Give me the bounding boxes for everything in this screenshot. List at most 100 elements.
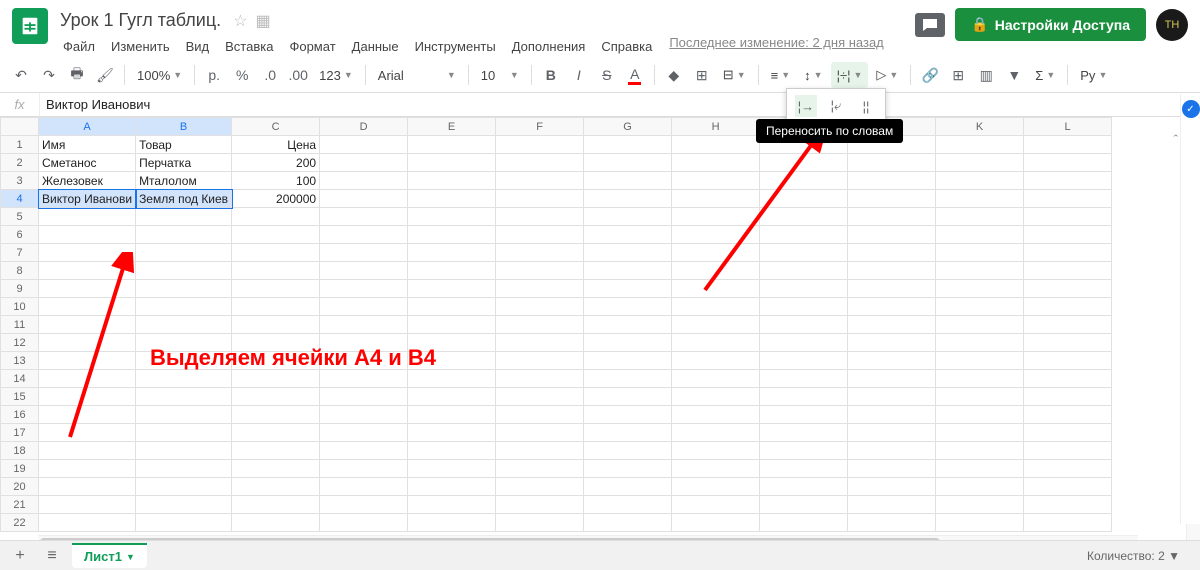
add-sheet-button[interactable]: + xyxy=(8,547,32,565)
cell[interactable] xyxy=(320,190,408,208)
cell[interactable] xyxy=(136,406,232,424)
row-header[interactable]: 6 xyxy=(1,226,39,244)
row-header[interactable]: 10 xyxy=(1,298,39,316)
formula-input[interactable]: Виктор Иванович xyxy=(40,97,150,112)
cell[interactable] xyxy=(672,190,760,208)
cell[interactable] xyxy=(39,514,136,532)
row-header[interactable]: 14 xyxy=(1,370,39,388)
cell[interactable] xyxy=(672,388,760,406)
cell[interactable] xyxy=(408,496,496,514)
menu-view[interactable]: Вид xyxy=(179,35,217,58)
cell[interactable] xyxy=(232,226,320,244)
cell[interactable] xyxy=(320,154,408,172)
wrap-overflow-icon[interactable]: ¦→ xyxy=(795,95,817,117)
row-header[interactable]: 21 xyxy=(1,496,39,514)
cell[interactable] xyxy=(39,226,136,244)
cell[interactable] xyxy=(496,352,584,370)
cell[interactable] xyxy=(232,478,320,496)
cell[interactable] xyxy=(39,442,136,460)
cell[interactable] xyxy=(936,298,1024,316)
comments-icon[interactable] xyxy=(915,13,945,37)
redo-icon[interactable]: ↷ xyxy=(36,62,62,88)
cell[interactable] xyxy=(1024,388,1112,406)
cell[interactable] xyxy=(672,442,760,460)
cell[interactable] xyxy=(1024,496,1112,514)
cell[interactable] xyxy=(760,478,848,496)
cell[interactable] xyxy=(848,280,936,298)
col-header[interactable]: F xyxy=(496,118,584,136)
cell[interactable] xyxy=(1024,424,1112,442)
cell[interactable]: Железовек xyxy=(39,172,136,190)
cell[interactable] xyxy=(39,262,136,280)
cell[interactable] xyxy=(39,298,136,316)
row-header[interactable]: 3 xyxy=(1,172,39,190)
row-header[interactable]: 20 xyxy=(1,478,39,496)
cell[interactable] xyxy=(584,478,672,496)
col-header[interactable]: A xyxy=(39,118,136,136)
cell[interactable] xyxy=(848,334,936,352)
undo-icon[interactable]: ↶ xyxy=(8,62,34,88)
cell[interactable] xyxy=(936,280,1024,298)
cell[interactable] xyxy=(760,226,848,244)
cell[interactable] xyxy=(408,136,496,154)
cell[interactable] xyxy=(1024,244,1112,262)
cell[interactable] xyxy=(584,352,672,370)
cell[interactable] xyxy=(408,460,496,478)
cell[interactable] xyxy=(136,316,232,334)
row-header[interactable]: 2 xyxy=(1,154,39,172)
fill-color-button[interactable]: ◆ xyxy=(661,62,687,88)
bold-button[interactable]: B xyxy=(538,62,564,88)
cell[interactable] xyxy=(1024,406,1112,424)
cell[interactable] xyxy=(584,406,672,424)
col-header[interactable]: H xyxy=(672,118,760,136)
cell[interactable] xyxy=(136,496,232,514)
valign-button[interactable]: ↕▼ xyxy=(798,62,828,88)
cell[interactable] xyxy=(496,388,584,406)
cell[interactable]: Сметанос xyxy=(39,154,136,172)
cell[interactable] xyxy=(672,334,760,352)
cell[interactable] xyxy=(584,172,672,190)
cell[interactable] xyxy=(936,352,1024,370)
cell[interactable] xyxy=(584,226,672,244)
cell[interactable] xyxy=(760,244,848,262)
cell[interactable] xyxy=(936,406,1024,424)
cell[interactable] xyxy=(936,460,1024,478)
cell[interactable] xyxy=(584,442,672,460)
cell[interactable] xyxy=(408,298,496,316)
cell[interactable] xyxy=(584,244,672,262)
cell[interactable] xyxy=(39,406,136,424)
cell[interactable]: Земля под Киев xyxy=(136,190,232,208)
cell[interactable] xyxy=(496,190,584,208)
cell[interactable] xyxy=(320,388,408,406)
cell[interactable] xyxy=(232,442,320,460)
cell[interactable] xyxy=(496,208,584,226)
font-select[interactable]: Arial▼ xyxy=(372,62,462,88)
cell[interactable] xyxy=(848,244,936,262)
cell[interactable] xyxy=(936,262,1024,280)
cell[interactable] xyxy=(672,424,760,442)
filter-icon[interactable]: ▼ xyxy=(1001,62,1027,88)
cell[interactable] xyxy=(408,190,496,208)
cell[interactable] xyxy=(760,514,848,532)
dec-less-button[interactable]: .0 xyxy=(257,62,283,88)
cell[interactable] xyxy=(496,136,584,154)
cell[interactable] xyxy=(1024,352,1112,370)
cell[interactable] xyxy=(39,334,136,352)
cell[interactable] xyxy=(584,424,672,442)
cell[interactable] xyxy=(136,388,232,406)
row-header[interactable]: 4 xyxy=(1,190,39,208)
cell[interactable] xyxy=(672,154,760,172)
cell[interactable]: Имя xyxy=(39,136,136,154)
row-header[interactable]: 7 xyxy=(1,244,39,262)
cell[interactable] xyxy=(408,370,496,388)
cell[interactable] xyxy=(320,298,408,316)
sheet-tab[interactable]: Лист1▼ xyxy=(72,543,147,568)
cell[interactable] xyxy=(848,388,936,406)
currency-button[interactable]: р. xyxy=(201,62,227,88)
cell[interactable] xyxy=(496,334,584,352)
cell[interactable]: Товар xyxy=(136,136,232,154)
cell[interactable] xyxy=(584,370,672,388)
cell[interactable] xyxy=(496,496,584,514)
row-header[interactable]: 16 xyxy=(1,406,39,424)
input-tools-button[interactable]: Ру▼ xyxy=(1074,62,1113,88)
